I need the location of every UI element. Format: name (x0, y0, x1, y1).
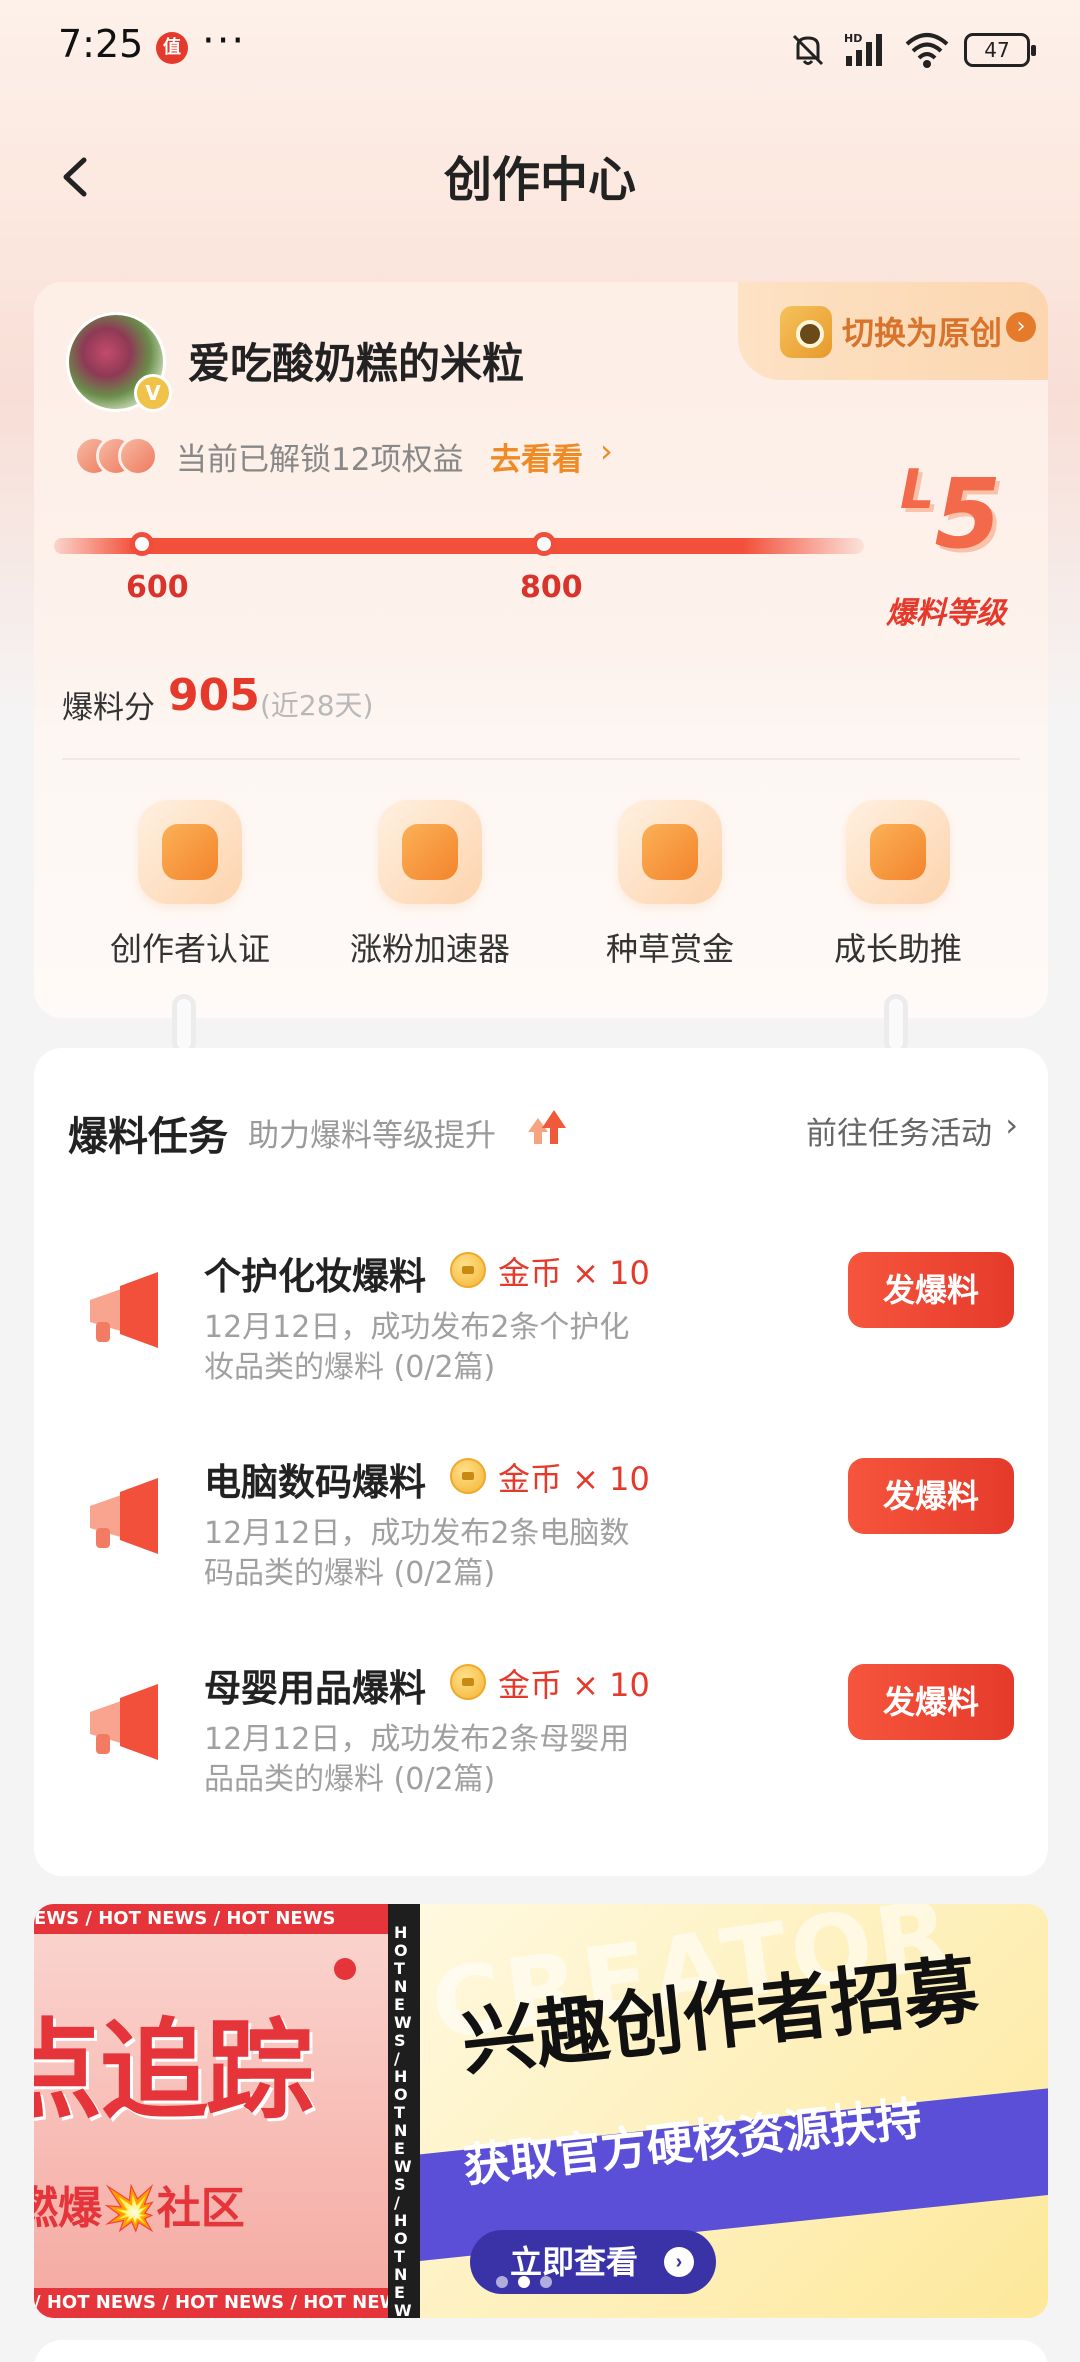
quick-action-label: 创作者认证 (109, 930, 270, 968)
banner-cta-label: 立即查看 (510, 2244, 639, 2280)
follower-boost-icon (378, 800, 482, 904)
coin-icon (450, 1252, 486, 1288)
switch-to-original-button[interactable]: 切换为原创 › (738, 282, 1048, 380)
next-card-peek (34, 2340, 1048, 2362)
task-reward: 金币 × 10 (498, 1254, 650, 1292)
banner-ticker-vertical: HOT NEWS / HOT NEWS / HOT NEWS / (388, 1904, 420, 2318)
megaphone-icon (90, 1478, 158, 1554)
banner-left-title: 点追踪 (34, 2009, 314, 2134)
camera-icon (780, 306, 832, 358)
task-description: 12月12日，成功发布2条个护化妆品类的爆料 (0/2篇) (204, 1310, 630, 1385)
signal-icon: HD (844, 32, 882, 66)
card-connector (172, 994, 196, 1054)
profile-card: 切换为原创 › V 爱吃酸奶糕的米粒 当前已解锁12项权益 去看看 › 600 … (34, 282, 1048, 1018)
wifi-icon (905, 33, 949, 68)
chevron-right-icon: › (1005, 1106, 1018, 1144)
level-up-arrows-icon (528, 1110, 566, 1144)
more-notifications-icon: ··· (202, 18, 247, 64)
task-description: 12月12日，成功发布2条母婴用品品类的爆料 (0/2篇) (204, 1722, 630, 1797)
level-value: 5 (934, 458, 1002, 570)
quick-actions: 创作者认证 涨粉加速器 种草赏金 成长助推 (34, 800, 1048, 980)
quick-action-label: 种草赏金 (605, 930, 734, 968)
task-item: 母婴用品爆料 金币 × 10 12月12日，成功发布2条母婴用品品类的爆料 (0… (34, 1658, 1048, 1838)
task-name: 个护化妆爆料 (204, 1255, 426, 1298)
chevron-right-icon: › (664, 2247, 694, 2277)
banner-page-dot[interactable] (540, 2276, 552, 2288)
switch-label: 切换为原创 (842, 314, 1003, 352)
banner-page-dot[interactable] (518, 2276, 530, 2288)
level-badge: L5 (900, 458, 1001, 570)
banner-hot-news-panel: EWS / HOT NEWS / HOT NEWS 点追踪 燃爆💥社区 / HO… (34, 1904, 420, 2318)
quick-action-follower-boost[interactable]: 涨粉加速器 (310, 800, 550, 980)
growth-boost-icon (846, 800, 950, 904)
banner-left-subtitle: 燃爆💥社区 (34, 2183, 245, 2234)
tasks-card: 爆料任务 助力爆料等级提升 前往任务活动 › 个护化妆爆料 金币 × 10 12… (34, 1048, 1048, 1876)
card-connector (884, 994, 908, 1054)
level-progress-bar (54, 538, 864, 554)
quick-action-label: 涨粉加速器 (349, 930, 510, 968)
banner-decoration (334, 1958, 356, 1980)
post-tip-button[interactable]: 发爆料 (848, 1664, 1014, 1740)
svg-text:HD: HD (844, 32, 862, 45)
battery-icon: 47 (964, 33, 1036, 67)
banner-ticker-bottom: / HOT NEWS / HOT NEWS / HOT NEWS (34, 2288, 420, 2318)
chevron-right-icon: › (600, 432, 613, 470)
right-badge-icon (118, 436, 158, 476)
mute-icon (792, 34, 824, 66)
task-name: 母婴用品爆料 (204, 1667, 426, 1710)
tasks-subtitle: 助力爆料等级提升 (248, 1118, 496, 1154)
score-note: (近28天) (260, 689, 374, 722)
divider (62, 758, 1020, 760)
rights-link[interactable]: 去看看 (490, 434, 583, 479)
score-label: 爆料分 (62, 690, 155, 726)
progress-start-marker (130, 532, 154, 556)
banner-ticker-top: EWS / HOT NEWS / HOT NEWS (34, 1904, 420, 1934)
level-prefix: L (900, 458, 935, 521)
score-value: 905 (168, 670, 260, 721)
progress-max-label: 800 (520, 570, 583, 605)
progress-min-label: 600 (126, 570, 189, 605)
coin-icon (450, 1458, 486, 1494)
rights-icons (74, 436, 184, 476)
banner-ticker-vertical-text: HOT NEWS / HOT NEWS / HOT NEWS / (394, 1923, 412, 2319)
task-reward: 金币 × 10 (498, 1666, 650, 1704)
task-description: 12月12日，成功发布2条电脑数码品类的爆料 (0/2篇) (204, 1516, 630, 1591)
page-title: 创作中心 (443, 152, 636, 208)
quick-action-growth-boost[interactable]: 成长助推 (778, 800, 1018, 980)
status-bar: 7:25 值 ··· HD 47 (0, 0, 1080, 100)
megaphone-icon (90, 1272, 158, 1348)
status-icons: HD 47 (788, 30, 1036, 70)
task-reward: 金币 × 10 (498, 1460, 650, 1498)
tasks-title: 爆料任务 (68, 1114, 228, 1160)
post-tip-button[interactable]: 发爆料 (848, 1252, 1014, 1328)
task-item: 个护化妆爆料 金币 × 10 12月12日，成功发布2条个护化妆品类的爆料 (0… (34, 1246, 1048, 1426)
post-tip-button[interactable]: 发爆料 (848, 1458, 1014, 1534)
banner-creator-recruit-panel: CREATOR 兴趣创作者招募 获取官方硬核资源扶持 立即查看 › (420, 1904, 1048, 2318)
quick-action-label: 成长助推 (833, 930, 962, 968)
megaphone-icon (90, 1684, 158, 1760)
rights-text: 当前已解锁12项权益 (176, 442, 464, 478)
promo-banner[interactable]: EWS / HOT NEWS / HOT NEWS 点追踪 燃爆💥社区 / HO… (34, 1904, 1048, 2318)
task-name: 电脑数码爆料 (204, 1461, 426, 1504)
notification-badge-icon: 值 (156, 32, 188, 64)
seeding-bounty-icon (618, 800, 722, 904)
banner-page-dot[interactable] (496, 2276, 508, 2288)
verified-badge-icon: V (134, 374, 172, 412)
quick-action-seeding-bounty[interactable]: 种草赏金 (550, 800, 790, 980)
task-item: 电脑数码爆料 金币 × 10 12月12日，成功发布2条电脑数码品类的爆料 (0… (34, 1452, 1048, 1632)
level-caption: 爆料等级 (886, 596, 1006, 631)
quick-action-creator-certification[interactable]: 创作者认证 (70, 800, 310, 980)
status-time: 7:25 (58, 22, 144, 66)
task-activities-link[interactable]: 前往任务活动 (806, 1108, 992, 1153)
creator-certification-icon (138, 800, 242, 904)
progress-end-marker (532, 532, 556, 556)
chevron-right-icon: › (1006, 312, 1036, 342)
banner-pagination (496, 2276, 552, 2288)
username: 爱吃酸奶糕的米粒 (188, 339, 525, 388)
coin-icon (450, 1664, 486, 1700)
